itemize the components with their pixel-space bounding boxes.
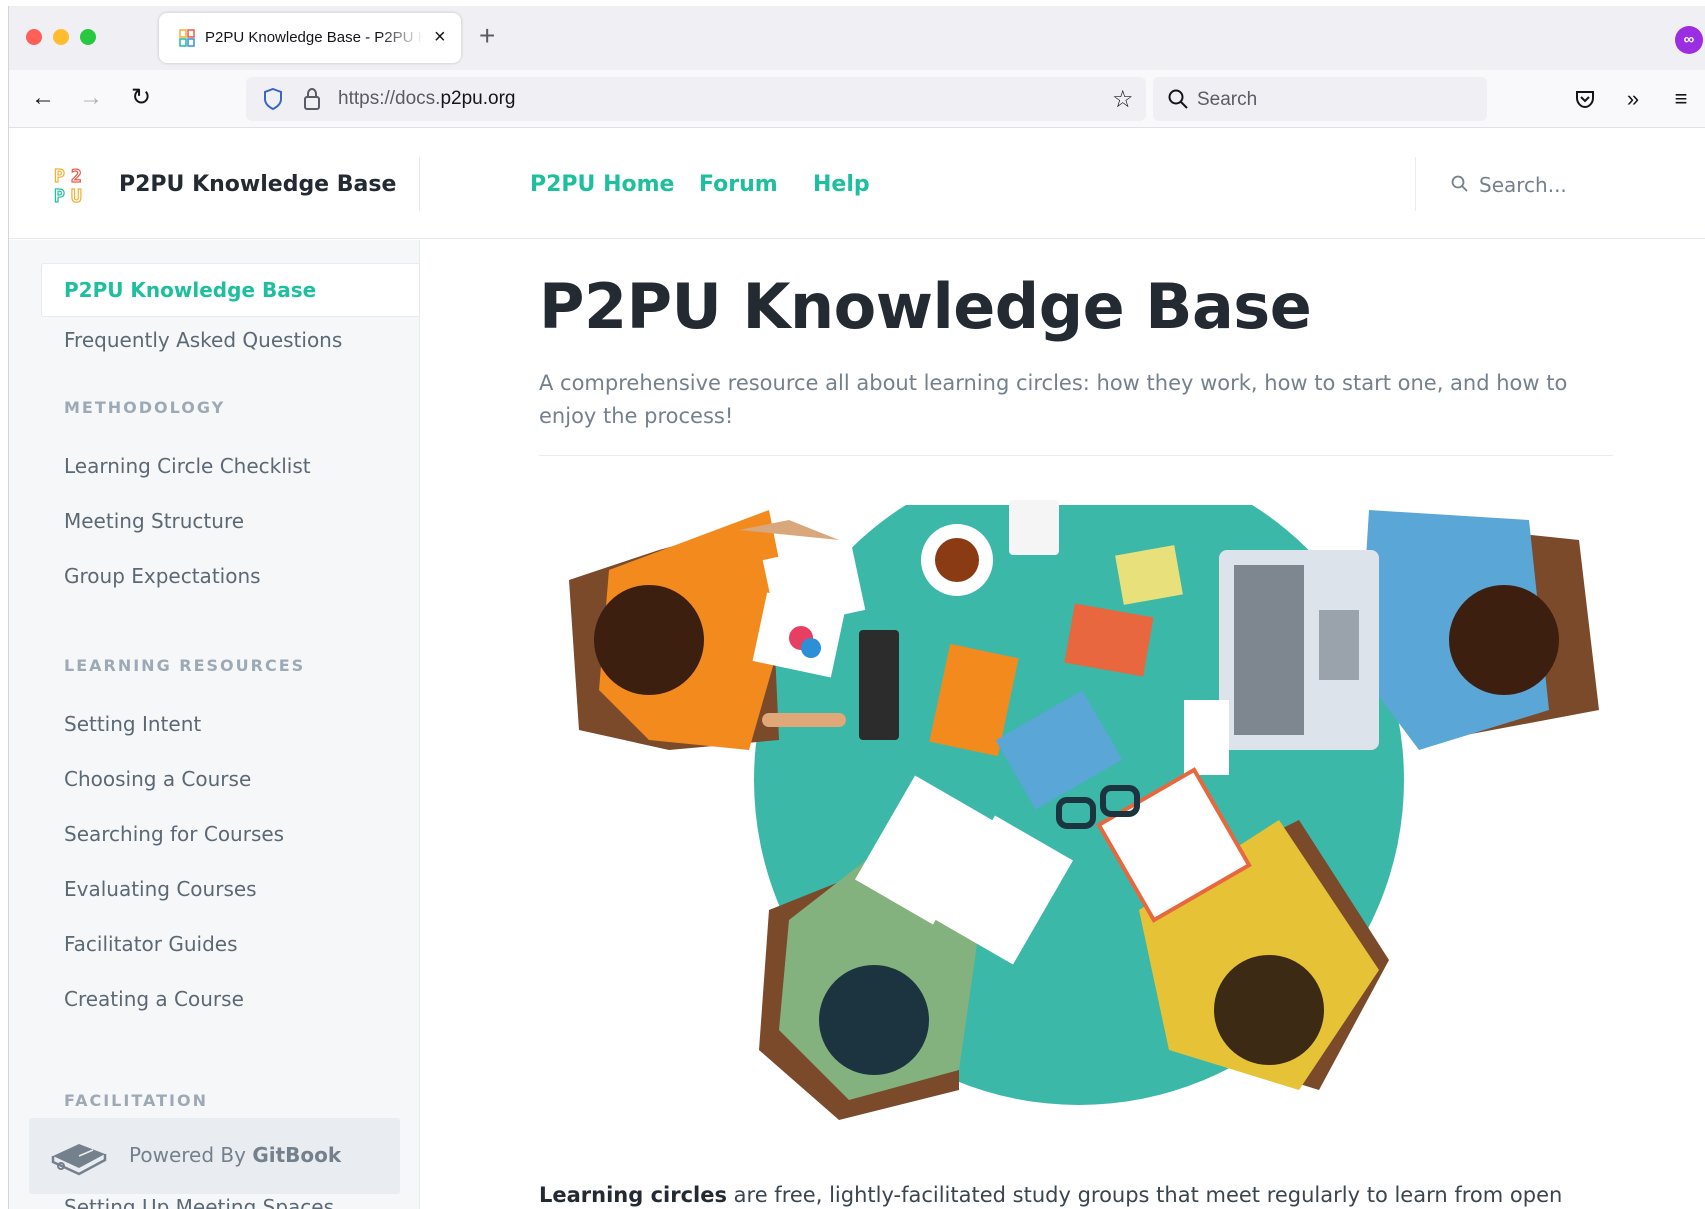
browser-search-bar[interactable]: Search xyxy=(1153,77,1487,121)
sidebar-section-methodology: METHODOLOGY xyxy=(64,398,226,417)
bookmark-star-icon[interactable]: ☆ xyxy=(1112,85,1134,114)
powered-by-text: Powered By GitBook xyxy=(129,1143,341,1167)
site-header: P 2 P U P2PU Knowledge Base P2PU Home Fo… xyxy=(9,129,1705,239)
hamburger-menu-icon[interactable]: ≡ xyxy=(1665,83,1697,115)
search-icon xyxy=(1168,89,1188,109)
sidebar-item-knowledge-base[interactable]: P2PU Knowledge Base xyxy=(64,278,316,302)
nav-link-forum[interactable]: Forum xyxy=(699,172,778,197)
body-bold-term: Learning circles xyxy=(539,1183,727,1207)
sidebar-item-learning-circle-checklist[interactable]: Learning Circle Checklist xyxy=(64,454,311,478)
main-content: P2PU Knowledge Base A comprehensive reso… xyxy=(420,240,1705,1209)
nav-link-help[interactable]: Help xyxy=(813,172,870,197)
close-window-button[interactable] xyxy=(26,29,42,45)
svg-text:U: U xyxy=(71,186,82,205)
site-search-input[interactable]: Search... xyxy=(1479,173,1567,197)
nav-link-p2pu-home[interactable]: P2PU Home xyxy=(530,172,674,197)
url-text[interactable]: https://docs.p2pu.org xyxy=(338,88,515,110)
sidebar-item-group-expectations[interactable]: Group Expectations xyxy=(64,564,261,588)
new-tab-button[interactable]: + xyxy=(479,22,495,50)
minimize-window-button[interactable] xyxy=(53,29,69,45)
url-domain: p2pu.org xyxy=(440,88,516,109)
browser-tab[interactable]: P2PU Knowledge Base - P2PU Knowledge Bas… xyxy=(159,13,461,63)
page-description: A comprehensive resource all about learn… xyxy=(539,371,1568,428)
sidebar: P2PU Knowledge Base Frequently Asked Que… xyxy=(9,240,420,1209)
sidebar-item-evaluating-courses[interactable]: Evaluating Courses xyxy=(64,877,257,901)
lock-icon[interactable] xyxy=(302,87,322,111)
reload-icon[interactable]: ↻ xyxy=(125,83,157,115)
content-divider xyxy=(539,455,1613,456)
header-divider-right xyxy=(1415,157,1416,211)
svg-text:2: 2 xyxy=(71,166,82,187)
url-bar[interactable]: https://docs.p2pu.org ☆ xyxy=(246,77,1146,121)
tracking-shield-icon[interactable] xyxy=(262,87,284,111)
site-title[interactable]: P2PU Knowledge Base xyxy=(119,172,396,197)
sidebar-item-setting-intent[interactable]: Setting Intent xyxy=(64,712,201,736)
sidebar-item-facilitator-guides[interactable]: Facilitator Guides xyxy=(64,932,238,956)
browser-window: P2PU Knowledge Base - P2PU Knowledge Bas… xyxy=(8,6,1705,1209)
pocket-icon[interactable] xyxy=(1569,83,1601,115)
browser-search-placeholder: Search xyxy=(1197,89,1258,110)
powered-by-gitbook-card[interactable]: Powered By GitBook xyxy=(29,1118,400,1194)
sidebar-item-meeting-structure[interactable]: Meeting Structure xyxy=(64,509,244,533)
web-page: P 2 P U P2PU Knowledge Base P2PU Home Fo… xyxy=(9,129,1705,1209)
svg-text:P: P xyxy=(54,186,65,205)
navigation-bar: ← → ↻ https://docs.p2pu.org ☆ Search » ≡ xyxy=(9,70,1705,128)
search-icon[interactable] xyxy=(1450,174,1470,194)
extension-badge-icon[interactable]: ∞ xyxy=(1675,26,1703,54)
back-arrow-icon[interactable]: ← xyxy=(27,83,59,115)
sidebar-item-setting-up-meeting-spaces[interactable]: Setting Up Meeting Spaces xyxy=(64,1195,334,1209)
sidebar-section-facilitation: FACILITATION xyxy=(64,1091,208,1110)
body-rest: are free, lightly-facilitated study grou… xyxy=(727,1183,1563,1207)
learning-circle-illustration xyxy=(539,490,1613,1120)
tab-title: P2PU Knowledge Base - P2PU Knowledge Bas… xyxy=(205,29,423,46)
forward-arrow-icon[interactable]: → xyxy=(75,83,107,115)
tab-bar: P2PU Knowledge Base - P2PU Knowledge Bas… xyxy=(9,6,1705,70)
sidebar-item-creating-a-course[interactable]: Creating a Course xyxy=(64,987,244,1011)
sidebar-item-searching-for-courses[interactable]: Searching for Courses xyxy=(64,822,284,846)
p2pu-favicon-icon xyxy=(179,29,195,47)
sidebar-section-learning-resources: LEARNING RESOURCES xyxy=(64,656,306,675)
powered-by-label: Powered By xyxy=(129,1143,246,1167)
body-paragraph: Learning circles are free, lightly-facil… xyxy=(539,1183,1562,1207)
gitbook-brand: GitBook xyxy=(252,1143,342,1167)
maximize-window-button[interactable] xyxy=(80,29,96,45)
close-tab-icon[interactable]: × xyxy=(434,25,446,49)
header-divider xyxy=(419,157,420,211)
gitbook-book-icon xyxy=(51,1144,107,1176)
svg-text:P: P xyxy=(54,166,65,187)
sidebar-item-faq[interactable]: Frequently Asked Questions xyxy=(64,328,342,352)
p2pu-logo[interactable]: P 2 P U xyxy=(53,163,89,205)
sidebar-item-choosing-a-course[interactable]: Choosing a Course xyxy=(64,767,251,791)
overflow-chevron-icon[interactable]: » xyxy=(1617,83,1649,115)
page-title: P2PU Knowledge Base xyxy=(539,270,1312,343)
url-prefix: https://docs. xyxy=(338,88,441,109)
